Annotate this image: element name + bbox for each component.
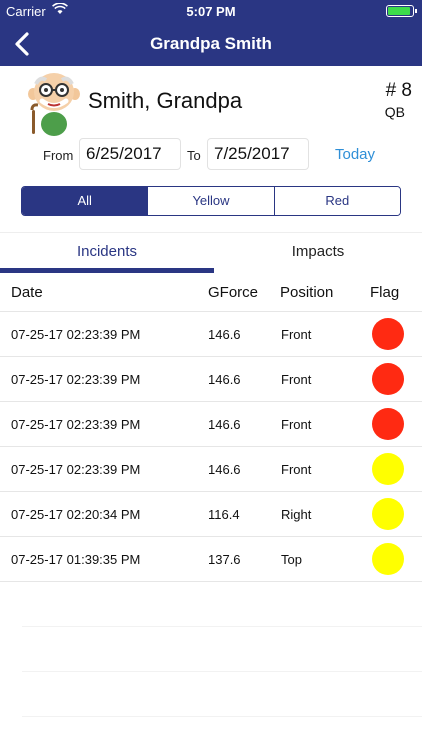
table-row[interactable]: 07-25-17 02:23:39 PM 146.6 Front	[0, 447, 422, 492]
filter-all[interactable]: All	[22, 187, 148, 215]
row-position: Front	[281, 372, 312, 387]
row-gforce: 116.4	[208, 507, 240, 522]
jersey-number: # 8	[385, 80, 412, 101]
flag-indicator	[372, 408, 404, 440]
tab-incidents[interactable]: Incidents	[0, 233, 214, 273]
status-bar: Carrier 5:07 PM	[0, 0, 422, 22]
grandpa-avatar-icon	[24, 70, 80, 136]
table-row[interactable]: 07-25-17 02:23:39 PM 146.6 Front	[0, 402, 422, 447]
to-date-field[interactable]: 7/25/2017	[207, 138, 309, 170]
player-position: QB	[384, 104, 405, 120]
row-date: 07-25-17 02:23:39 PM	[11, 327, 141, 342]
table-row[interactable]: 07-25-17 02:20:34 PM 116.4 Right	[0, 492, 422, 537]
player-name: Smith, Grandpa	[88, 88, 243, 113]
row-date: 07-25-17 02:23:39 PM	[11, 372, 141, 387]
table-row[interactable]: 07-25-17 02:23:39 PM 146.6 Front	[0, 357, 422, 402]
table-row[interactable]: 07-25-17 01:39:35 PM 137.6 Top	[0, 537, 422, 582]
row-date: 07-25-17 02:23:39 PM	[11, 462, 141, 477]
date-range: From 6/25/2017 To 7/25/2017 Today	[0, 138, 422, 170]
row-gforce: 146.6	[208, 417, 241, 432]
tab-impacts[interactable]: Impacts	[214, 233, 422, 273]
row-gforce: 137.6	[208, 552, 241, 567]
flag-indicator	[372, 498, 404, 530]
flag-indicator	[372, 453, 404, 485]
header-flag: Flag	[370, 284, 400, 301]
row-date: 07-25-17 01:39:35 PM	[11, 552, 141, 567]
battery-icon	[386, 5, 417, 17]
empty-row	[22, 672, 422, 717]
row-position: Front	[281, 327, 312, 342]
today-button[interactable]: Today	[335, 146, 375, 163]
filter-red[interactable]: Red	[273, 187, 400, 215]
header-date: Date	[11, 284, 43, 301]
table-header: Date GForce Position Flag	[0, 272, 422, 312]
row-gforce: 146.6	[208, 462, 241, 477]
row-gforce: 146.6	[208, 372, 241, 387]
row-date: 07-25-17 02:20:34 PM	[11, 507, 141, 522]
to-label: To	[187, 148, 201, 163]
page-title: Grandpa Smith	[150, 34, 272, 53]
row-gforce: 146.6	[208, 327, 241, 342]
row-position: Front	[281, 462, 312, 477]
header-position: Position	[280, 284, 334, 301]
from-label: From	[43, 148, 74, 163]
from-date-field[interactable]: 6/25/2017	[79, 138, 181, 170]
header-gforce: GForce	[208, 284, 259, 301]
flag-filter: All Yellow Red	[21, 186, 401, 216]
player-profile: Smith, Grandpa # 8 QB	[0, 66, 422, 136]
incident-list: 07-25-17 02:23:39 PM 146.6 Front 07-25-1…	[0, 312, 422, 717]
flag-indicator	[372, 543, 404, 575]
empty-row	[22, 627, 422, 672]
tab-bar: Incidents Impacts	[0, 232, 422, 273]
filter-yellow[interactable]: Yellow	[147, 187, 274, 215]
row-position: Front	[281, 417, 312, 432]
row-position: Top	[281, 552, 302, 567]
status-time: 5:07 PM	[186, 4, 236, 19]
row-date: 07-25-17 02:23:39 PM	[11, 417, 141, 432]
flag-indicator	[372, 363, 404, 395]
navigation-bar: Grandpa Smith	[0, 22, 422, 66]
flag-indicator	[372, 318, 404, 350]
empty-row	[22, 582, 422, 627]
table-row[interactable]: 07-25-17 02:23:39 PM 146.6 Front	[0, 312, 422, 357]
row-position: Right	[281, 507, 312, 522]
